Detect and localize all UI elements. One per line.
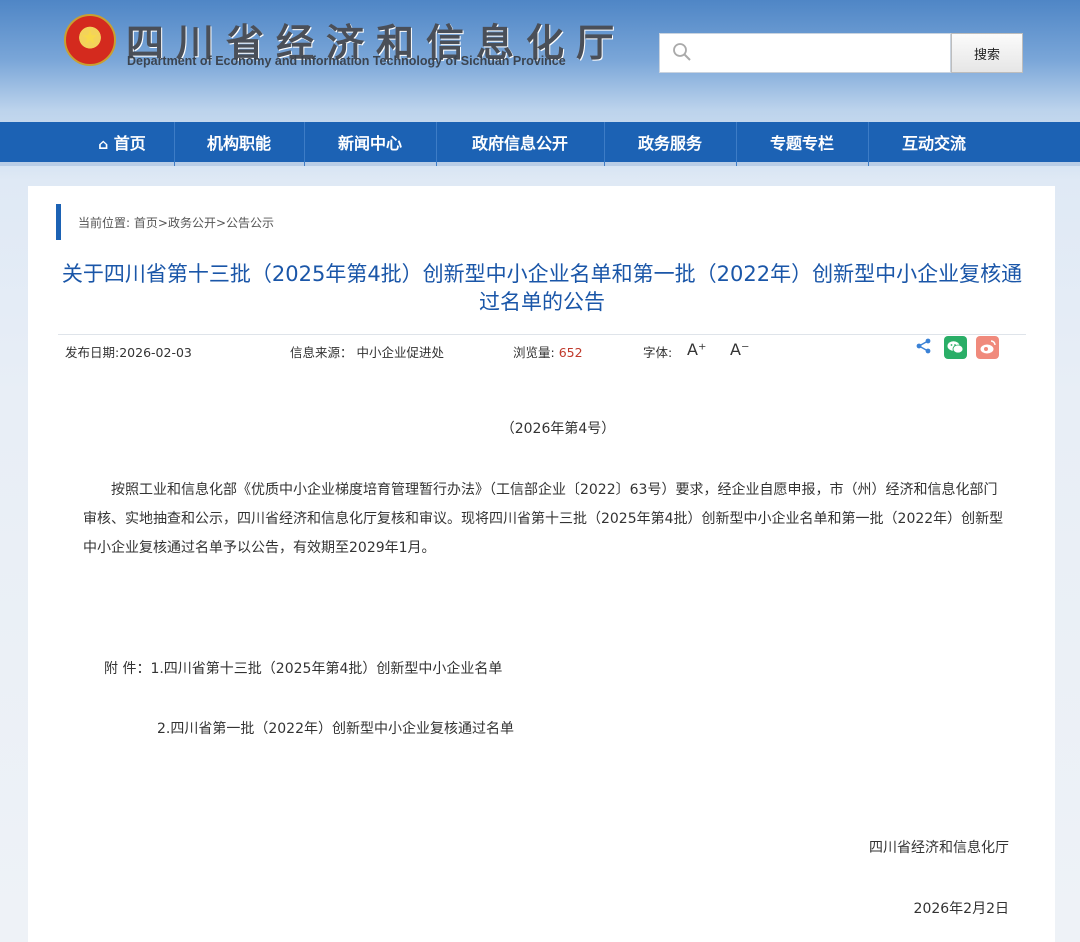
attachments-label: 附 件： — [104, 661, 151, 677]
breadcrumb: 当前位置: 首页>政务公开>公告公示 — [78, 214, 274, 231]
info-source-label: 信息来源： — [290, 345, 353, 360]
breadcrumb-announcements[interactable]: 公告公示 — [226, 216, 274, 230]
site-subtitle: Department of Economy and Information Te… — [127, 54, 566, 68]
attachment-item: 附 件：1.四川省第十三批（2025年第4批）创新型中小企业名单 — [104, 658, 502, 678]
nav-item-institution[interactable]: 机构职能 — [174, 122, 304, 166]
search-input[interactable] — [704, 39, 944, 67]
info-source-value: 中小企业促进处 — [356, 345, 445, 360]
divider — [58, 334, 1026, 335]
nav-item-interaction[interactable]: 互动交流 — [868, 122, 1000, 166]
document-number: （2026年第4号） — [500, 421, 616, 437]
breadcrumb-separator: > — [215, 216, 227, 230]
site-header: 四川省经济和信息化厅 Department of Economy and Inf… — [0, 0, 1080, 122]
article-title: 关于四川省第十三批（2025年第4批）创新型中小企业名单和第一批（2022年）创… — [61, 262, 1023, 314]
attachment-link[interactable]: 2.四川省第一批（2022年）创新型中小企业复核通过名单 — [157, 721, 514, 737]
font-size-label: 字体: — [643, 345, 673, 360]
publish-date-value: 2026-02-03 — [119, 345, 192, 360]
share-icon[interactable] — [915, 337, 933, 355]
breadcrumb-gov-open[interactable]: 政务公开 — [168, 216, 216, 230]
breadcrumb-prefix: 当前位置: — [78, 216, 131, 230]
article-card: 当前位置: 首页>政务公开>公告公示 关于四川省第十三批（2025年第4批）创新… — [28, 186, 1055, 942]
publish-date: 发布日期:2026-02-03 — [65, 342, 192, 361]
breadcrumb-home[interactable]: 首页 — [134, 216, 158, 230]
info-source: 信息来源： 中小企业促进处 — [290, 342, 444, 361]
breadcrumb-separator: > — [157, 216, 168, 230]
publish-date-label: 发布日期: — [65, 345, 120, 360]
search-box[interactable] — [659, 33, 951, 73]
search-button[interactable]: 搜索 — [951, 33, 1023, 73]
attachment-link[interactable]: 1.四川省第十三批（2025年第4批）创新型中小企业名单 — [150, 661, 502, 677]
font-increase-button[interactable]: A⁺ — [687, 340, 706, 359]
nav-item-gov-info[interactable]: 政府信息公开 — [436, 122, 604, 166]
main-nav: ⌂ 首页 机构职能 新闻中心 政府信息公开 政务服务 专题专栏 互动交流 — [0, 122, 1080, 166]
font-decrease-button[interactable]: A⁻ — [730, 340, 749, 359]
national-emblem-icon — [64, 14, 116, 66]
home-icon: ⌂ — [98, 137, 109, 153]
search-icon — [673, 43, 691, 61]
nav-item-home[interactable]: ⌂ 首页 — [70, 122, 174, 166]
attachment-item: 2.四川省第一批（2022年）创新型中小企业复核通过名单 — [157, 718, 514, 738]
breadcrumb-accent — [56, 204, 61, 240]
view-count: 浏览量: 652 — [513, 342, 583, 361]
view-count-value: 652 — [558, 345, 583, 360]
issuer-signature: 四川省经济和信息化厅 — [869, 840, 1009, 856]
nav-item-topics[interactable]: 专题专栏 — [736, 122, 868, 166]
view-count-label: 浏览量: — [513, 345, 555, 360]
nav-item-services[interactable]: 政务服务 — [604, 122, 736, 166]
nav-item-label: 首页 — [113, 134, 146, 153]
nav-item-news[interactable]: 新闻中心 — [304, 122, 436, 166]
weibo-icon[interactable] — [976, 336, 999, 359]
wechat-icon[interactable] — [944, 336, 967, 359]
article-body: 按照工业和信息化部《优质中小企业梯度培育管理暂行办法》（工信部企业〔2022〕6… — [83, 482, 1004, 556]
issue-date: 2026年2月2日 — [913, 901, 1009, 917]
